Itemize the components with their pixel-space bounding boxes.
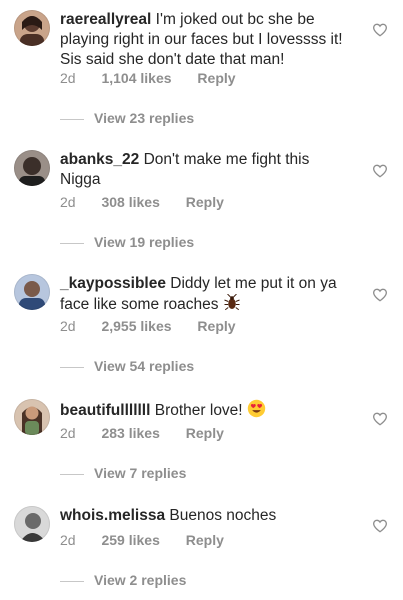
heart-icon[interactable]: [372, 22, 388, 38]
divider: [60, 242, 84, 244]
comment-meta: 2d 259 likes Reply: [60, 532, 246, 548]
username[interactable]: _kaypossiblee: [60, 275, 166, 292]
avatar[interactable]: [14, 274, 50, 310]
heart-icon[interactable]: [372, 163, 388, 179]
comment-meta: 2d 283 likes Reply: [60, 425, 246, 441]
comment-text: abanks_22 Don't make me fight this Nigga: [60, 151, 310, 188]
heart-icon[interactable]: [372, 411, 388, 427]
comment-text: beautifulllllll Brother love!: [60, 399, 350, 421]
heart-icon[interactable]: [372, 518, 388, 534]
comment-meta: 2d 1,104 likes Reply: [60, 70, 258, 86]
likes-count[interactable]: 259 likes: [101, 532, 159, 548]
comment-age: 2d: [60, 70, 76, 86]
view-replies-button[interactable]: View 19 replies: [60, 234, 194, 250]
view-replies-button[interactable]: View 23 replies: [60, 110, 194, 126]
avatar[interactable]: [14, 506, 50, 542]
view-replies-button[interactable]: View 7 replies: [60, 465, 186, 481]
likes-count[interactable]: 1,104 likes: [101, 70, 171, 86]
username[interactable]: whois.melissa: [60, 507, 165, 524]
cockroach-emoji-icon: [224, 294, 240, 311]
comment-text: _kaypossiblee Diddy let me put it on ya …: [60, 275, 337, 313]
reply-button[interactable]: Reply: [197, 318, 235, 334]
avatar[interactable]: [14, 10, 50, 46]
view-replies-button[interactable]: View 2 replies: [60, 572, 186, 588]
reply-button[interactable]: Reply: [186, 194, 224, 210]
divider: [60, 473, 84, 475]
comment-age: 2d: [60, 194, 76, 210]
avatar[interactable]: [14, 150, 50, 186]
comment-text: whois.melissa Buenos noches: [60, 507, 277, 524]
likes-count[interactable]: 283 likes: [101, 425, 159, 441]
divider: [60, 366, 84, 368]
comment-age: 2d: [60, 532, 76, 548]
reply-button[interactable]: Reply: [197, 70, 235, 86]
heart-icon[interactable]: [372, 287, 388, 303]
reply-button[interactable]: Reply: [186, 532, 224, 548]
likes-count[interactable]: 308 likes: [101, 194, 159, 210]
divider: [60, 580, 84, 582]
view-replies-button[interactable]: View 54 replies: [60, 358, 194, 374]
heart-eyes-emoji-icon: [247, 399, 266, 418]
comment-meta: 2d 308 likes Reply: [60, 194, 246, 210]
username[interactable]: raereallyreal: [60, 11, 151, 28]
likes-count[interactable]: 2,955 likes: [101, 318, 171, 334]
reply-button[interactable]: Reply: [186, 425, 224, 441]
divider: [60, 118, 84, 120]
username[interactable]: abanks_22: [60, 151, 139, 168]
avatar[interactable]: [14, 399, 50, 435]
comment-age: 2d: [60, 425, 76, 441]
comment-text: raereallyreal I'm joked out bc she be pl…: [60, 11, 343, 68]
comment-age: 2d: [60, 318, 76, 334]
username[interactable]: beautifulllllll: [60, 402, 150, 419]
comment-meta: 2d 2,955 likes Reply: [60, 318, 258, 334]
